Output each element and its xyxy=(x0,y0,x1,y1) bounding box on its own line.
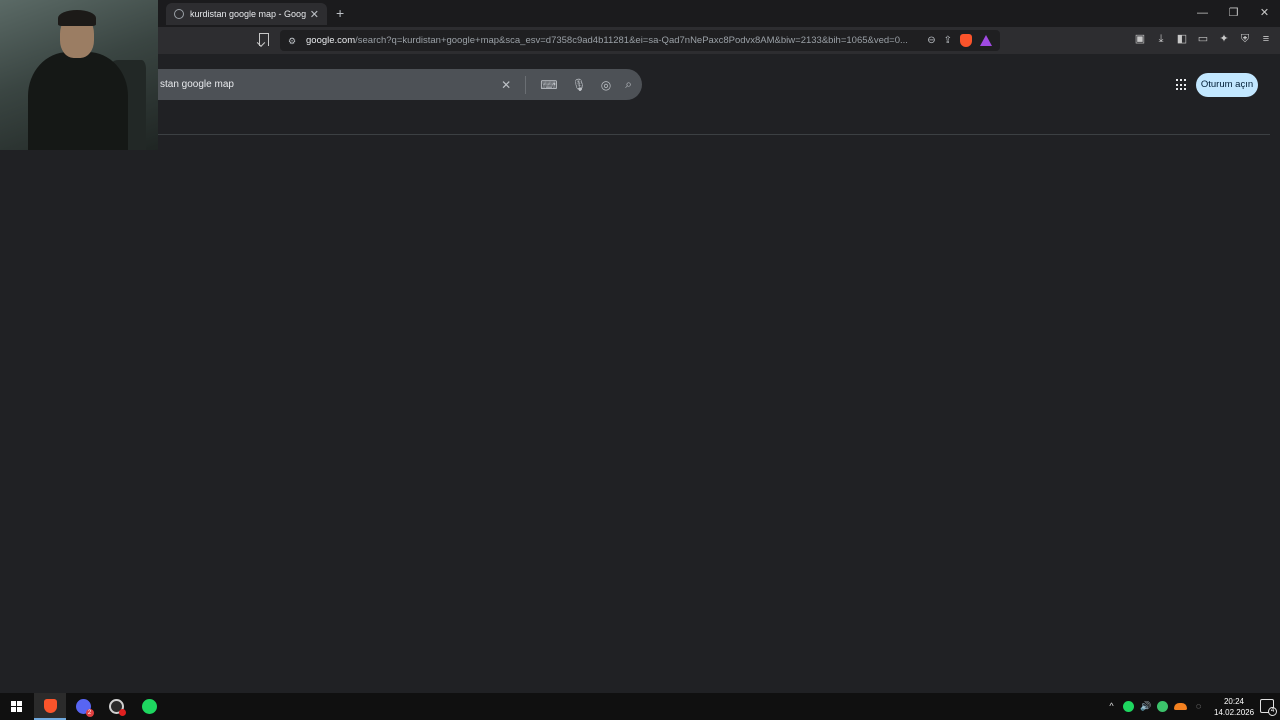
spotify-tray-icon[interactable] xyxy=(1123,701,1134,712)
url-path: /search?q=kurdistan+google+map&sca_esv=d… xyxy=(355,35,908,46)
clock-date: 14.02.2026 xyxy=(1214,707,1255,717)
tab-search-icon[interactable]: ▣ xyxy=(1134,32,1146,46)
search-input[interactable]: stan google map xyxy=(160,79,501,90)
leo-ai-icon[interactable]: ✦ xyxy=(1218,32,1230,46)
start-button[interactable] xyxy=(0,693,32,720)
menu-icon[interactable]: ≡ xyxy=(1260,32,1272,46)
close-tab-icon[interactable]: ✕ xyxy=(310,8,319,21)
recording-icon xyxy=(118,709,126,716)
tab-bar: kurdistan google map - Google ✕ + — ❐ ✕ xyxy=(0,0,1280,27)
wallet-icon[interactable]: ▭ xyxy=(1197,32,1209,46)
minimize-button[interactable]: — xyxy=(1187,0,1218,27)
windows-icon xyxy=(10,701,22,712)
discord-badge: 2 xyxy=(85,709,94,717)
signin-button[interactable]: Oturum açın xyxy=(1196,73,1258,97)
brave-shields-icon[interactable] xyxy=(960,34,972,47)
url-host: google.com xyxy=(306,35,356,46)
address-bar-actions: ⊖ ⇪ xyxy=(927,34,992,47)
keyboard-icon[interactable]: ⌨ xyxy=(540,78,557,92)
toolbar-actions: ▣ ⤓ ◧ ▭ ✦ ⛨ ≡ xyxy=(1134,32,1272,46)
restore-button[interactable]: ❐ xyxy=(1218,0,1249,27)
taskbar-brave[interactable] xyxy=(34,693,66,720)
loading-icon xyxy=(174,9,184,19)
taskbar-discord[interactable]: 2 xyxy=(67,693,99,720)
clear-icon[interactable]: ✕ xyxy=(501,78,511,92)
vpn-icon[interactable]: ⛨ xyxy=(1239,32,1251,46)
bookmark-icon[interactable] xyxy=(259,33,269,46)
system-tray: ^ 🔊 ◌ 20:24 14.02.2026 xyxy=(1106,693,1254,720)
browser-tab[interactable]: kurdistan google map - Google ✕ xyxy=(166,3,327,25)
header-divider xyxy=(158,134,1270,135)
close-window-button[interactable]: ✕ xyxy=(1249,0,1280,27)
search-actions: ✕ ⌨ 🎙 ◎ ⌕ xyxy=(501,75,632,94)
sidebar-icon[interactable]: ◧ xyxy=(1176,32,1188,46)
app-tray-icon[interactable] xyxy=(1157,701,1168,712)
lens-icon[interactable]: ◎ xyxy=(601,78,611,92)
obs-icon xyxy=(108,699,126,716)
volume-icon[interactable]: 🔊 xyxy=(1140,701,1151,712)
discord-icon: 2 xyxy=(75,699,94,717)
url-text[interactable]: google.com/search?q=kurdistan+google+map… xyxy=(306,35,919,46)
taskbar-spotify[interactable] xyxy=(133,693,165,720)
clock[interactable]: 20:24 14.02.2026 xyxy=(1214,696,1254,718)
spotify-icon xyxy=(141,699,157,714)
chevron-up-icon[interactable]: ^ xyxy=(1106,701,1117,712)
google-apps-icon[interactable] xyxy=(1176,79,1188,91)
taskbar: 2 ^ 🔊 ◌ 20:24 14.02.2026 4 xyxy=(0,693,1280,720)
address-bar[interactable]: ⚙ google.com/search?q=kurdistan+google+m… xyxy=(280,30,1000,51)
microphone-icon[interactable]: 🎙 xyxy=(572,78,587,92)
zoom-icon[interactable]: ⊖ xyxy=(927,35,935,46)
share-icon[interactable]: ⇪ xyxy=(944,35,952,46)
brave-icon xyxy=(43,698,57,713)
window-controls: — ❐ ✕ xyxy=(1187,0,1280,27)
clock-time: 20:24 xyxy=(1223,696,1245,706)
download-icon[interactable]: ⤓ xyxy=(1155,32,1167,46)
notifications-icon[interactable]: 4 xyxy=(1260,699,1277,716)
taskbar-obs[interactable] xyxy=(100,693,132,720)
cloudflare-icon[interactable] xyxy=(1174,703,1187,710)
site-settings-icon[interactable]: ⚙ xyxy=(288,36,298,46)
search-box[interactable]: stan google map ✕ ⌨ 🎙 ◎ ⌕ xyxy=(150,69,642,100)
network-icon[interactable]: ◌ xyxy=(1193,701,1204,712)
brave-rewards-icon[interactable] xyxy=(980,35,992,46)
tab-title: kurdistan google map - Google xyxy=(190,9,306,19)
webcam-overlay xyxy=(0,0,158,150)
notifications-count: 4 xyxy=(1268,707,1277,716)
new-tab-button[interactable]: + xyxy=(336,5,344,21)
divider xyxy=(525,75,527,94)
screen: kurdistan google map - Google ✕ + — ❐ ✕ … xyxy=(0,0,1280,720)
search-icon[interactable]: ⌕ xyxy=(625,77,632,92)
